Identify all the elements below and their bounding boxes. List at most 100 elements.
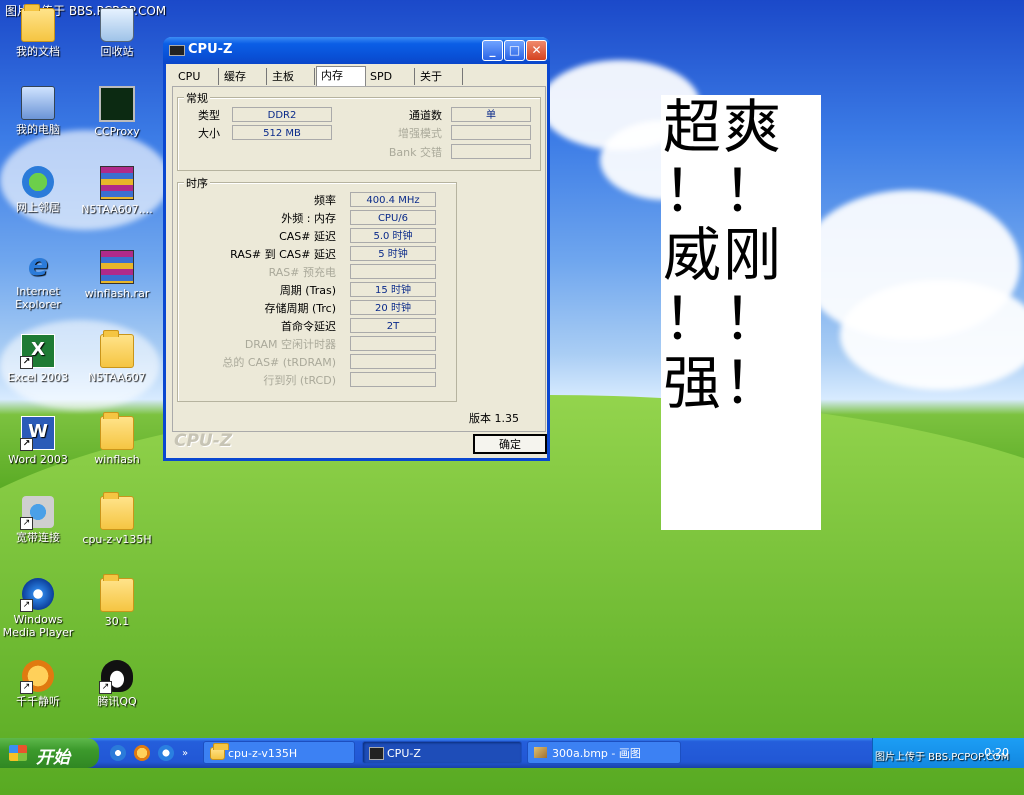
rar-archive-icon xyxy=(100,250,134,284)
taskbar: 开始 » cpu-z-v135H CPU-Z 300a.bmp - 画图 图片上… xyxy=(0,738,1024,768)
desktop-icon-my-documents[interactable]: 我的文档 xyxy=(0,4,79,58)
size-value: 512 MB xyxy=(232,125,332,140)
general-group-label: 常规 xyxy=(184,90,210,106)
timing-label: 首命令延迟 xyxy=(281,320,336,333)
paint-icon xyxy=(534,747,547,758)
tab-cache[interactable]: 缓存 xyxy=(220,68,267,85)
timing-value xyxy=(350,264,436,279)
internet-explorer-icon[interactable] xyxy=(110,745,126,761)
memory-panel: 常规 类型 DDR2 大小 512 MB 通道数 单 增强模式 Bank 交错 … xyxy=(172,86,546,432)
icon-label: 我的文档 xyxy=(16,45,60,58)
desktop-icon-cpu-z-folder[interactable]: cpu-z-v135H xyxy=(76,492,158,546)
general-group: 常规 类型 DDR2 大小 512 MB 通道数 单 增强模式 Bank 交错 xyxy=(177,90,541,171)
recycle-bin-icon xyxy=(100,8,134,42)
desktop-icon-excel[interactable]: X ↗ Excel 2003 xyxy=(0,334,79,384)
timing-value: 15 时钟 xyxy=(350,282,436,297)
folder-icon xyxy=(100,492,134,530)
icon-label: Word 2003 xyxy=(8,453,68,466)
paint-text-panel: 超爽 ！！ 威刚 ！！ 强！ xyxy=(661,95,821,530)
network-places-icon xyxy=(22,166,54,198)
chip-icon xyxy=(369,747,384,760)
icon-label: 千千静听 xyxy=(16,695,60,708)
timing-value: 2T xyxy=(350,318,436,333)
version-label: 版本 1.35 xyxy=(469,412,519,425)
tab-memory[interactable]: 内存 xyxy=(316,66,366,86)
desktop-icon-my-computer[interactable]: 我的电脑 xyxy=(0,86,79,136)
ttplayer-icon[interactable] xyxy=(134,745,150,761)
desktop-icon-30-1-folder[interactable]: 30.1 xyxy=(76,574,158,628)
show-more-icon[interactable]: » xyxy=(182,748,188,759)
paint-text-line: 超爽 xyxy=(663,93,784,161)
paint-text-line: ！！ xyxy=(663,285,784,353)
qq-penguin-icon: ↗ xyxy=(99,660,133,694)
type-value: DDR2 xyxy=(232,107,332,122)
paint-text-line: 威刚 xyxy=(663,221,784,289)
timing-label: 外频 : 内存 xyxy=(281,212,336,225)
folder-icon xyxy=(210,743,229,760)
system-tray: 图片上传于 BBS.PCPOP.COM 0:20 xyxy=(872,738,1024,768)
timing-label: RAS# 预充电 xyxy=(268,266,336,279)
timing-value: 5.0 时钟 xyxy=(350,228,436,243)
tab-cpu[interactable]: CPU xyxy=(174,68,219,85)
media-player-icon[interactable] xyxy=(158,745,174,761)
excel-icon: X ↗ xyxy=(20,334,55,369)
desktop-icon-word[interactable]: W ↗ Word 2003 xyxy=(0,416,79,466)
paint-text-line: 强！ xyxy=(663,349,784,417)
icon-label: Windows Media Player xyxy=(2,613,74,639)
icon-label: 宽带连接 xyxy=(16,531,60,544)
task-paint[interactable]: 300a.bmp - 画图 xyxy=(527,741,681,764)
icon-label: N5TAA607.... xyxy=(81,203,153,216)
icon-label: 我的电脑 xyxy=(16,123,60,136)
folder-icon xyxy=(100,330,134,368)
desktop-icon-network-places[interactable]: 网上邻居 xyxy=(0,166,79,214)
close-button[interactable]: ✕ xyxy=(526,40,547,61)
minimize-button[interactable]: _ xyxy=(482,40,503,61)
bank-interleave-label: Bank 交错 xyxy=(388,146,442,159)
task-label: CPU-Z xyxy=(387,747,421,760)
internet-explorer-icon: e xyxy=(27,248,49,283)
icon-label: Internet Explorer xyxy=(15,285,61,311)
timing-value xyxy=(350,336,436,351)
timing-label: RAS# 到 CAS# 延迟 xyxy=(230,248,336,261)
desktop-icon-ttplayer[interactable]: ↗ 千千静听 xyxy=(0,660,79,708)
size-label: 大小 xyxy=(198,127,220,140)
tab-about[interactable]: 关于 xyxy=(416,68,463,85)
tab-mainboard[interactable]: 主板 xyxy=(268,68,315,85)
type-label: 类型 xyxy=(198,109,220,122)
timing-value: 400.4 MHz xyxy=(350,192,436,207)
desktop-icon-recycle-bin[interactable]: 回收站 xyxy=(76,8,158,58)
desktop-icon-winflash-rar[interactable]: winflash.rar xyxy=(76,250,158,300)
folder-icon xyxy=(100,574,134,612)
ok-button[interactable]: 确定 xyxy=(473,434,547,454)
icon-label: Excel 2003 xyxy=(7,371,69,384)
timing-value xyxy=(350,354,436,369)
perf-mode-label: 增强模式 xyxy=(398,127,442,140)
timing-value: 5 时钟 xyxy=(350,246,436,261)
ttplayer-icon: ↗ xyxy=(20,660,54,694)
clock[interactable]: 0:20 xyxy=(984,746,1009,759)
task-cpu-z-folder[interactable]: cpu-z-v135H xyxy=(203,741,355,764)
start-button[interactable]: 开始 xyxy=(0,738,99,768)
desktop-icon-n5taa607-rar[interactable]: N5TAA607.... xyxy=(76,166,158,216)
paint-text-line: ！！ xyxy=(663,157,784,225)
rar-archive-icon xyxy=(100,166,134,200)
desktop-icon-broadband[interactable]: ↗ 宽带连接 xyxy=(0,496,79,544)
icon-label: winflash.rar xyxy=(84,287,150,300)
folder-icon xyxy=(100,412,134,450)
cpuz-logo: CPU-Z xyxy=(174,431,233,451)
icon-label: 回收站 xyxy=(100,45,134,58)
maximize-button[interactable]: □ xyxy=(504,40,525,61)
timings-group-label: 时序 xyxy=(184,175,210,191)
start-label: 开始 xyxy=(36,748,70,768)
desktop-icon-qq[interactable]: ↗ 腾讯QQ xyxy=(76,660,158,708)
desktop-icon-ccproxy[interactable]: CCProxy xyxy=(76,86,158,138)
tab-spd[interactable]: SPD xyxy=(366,68,415,85)
timing-label: 存储周期 (Trc) xyxy=(264,302,336,315)
timing-label: 总的 CAS# (tRDRAM) xyxy=(222,356,336,369)
desktop-icon-n5taa607-folder[interactable]: N5TAA607 xyxy=(76,330,158,384)
cpuz-titlebar[interactable]: CPU-Z _ □ ✕ xyxy=(163,37,550,64)
desktop-icon-media-player[interactable]: ↗ Windows Media Player xyxy=(0,578,79,639)
desktop-icon-internet-explorer[interactable]: e Internet Explorer xyxy=(0,248,79,312)
task-cpuz[interactable]: CPU-Z xyxy=(362,741,522,764)
desktop-icon-winflash-folder[interactable]: winflash xyxy=(76,412,158,466)
